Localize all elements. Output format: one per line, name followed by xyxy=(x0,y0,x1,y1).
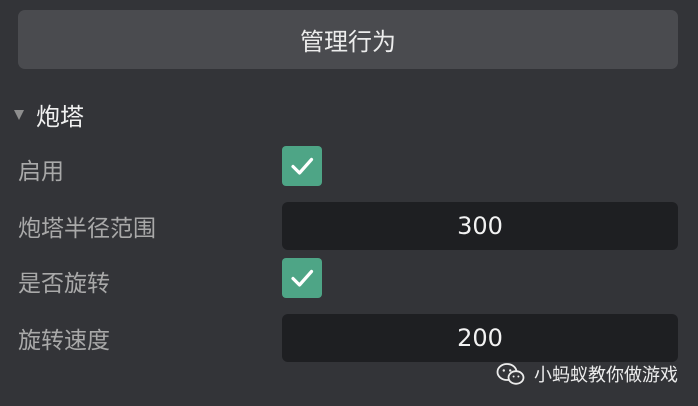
collapse-triangle-icon[interactable] xyxy=(14,110,24,120)
turret-section-header[interactable]: 炮塔 xyxy=(14,96,84,132)
turret-radius-label: 炮塔半径范围 xyxy=(18,216,156,242)
wechat-icon xyxy=(496,363,525,385)
manage-behavior-button[interactable]: 管理行为 xyxy=(18,10,678,69)
turret-radius-input[interactable]: 300 xyxy=(282,202,678,250)
rotate-label: 是否旋转 xyxy=(18,271,110,297)
rotation-speed-input[interactable]: 200 xyxy=(282,314,678,362)
enable-checkbox[interactable] xyxy=(282,146,322,186)
rotation-speed-label: 旋转速度 xyxy=(18,328,110,354)
watermark: 小蚂蚁教你做游戏 xyxy=(496,358,678,390)
checkmark-icon xyxy=(291,269,314,287)
watermark-text: 小蚂蚁教你做游戏 xyxy=(534,365,678,386)
rotate-checkbox[interactable] xyxy=(282,258,322,298)
checkmark-icon xyxy=(291,157,314,175)
section-title: 炮塔 xyxy=(36,102,84,131)
enable-label: 启用 xyxy=(18,159,64,185)
